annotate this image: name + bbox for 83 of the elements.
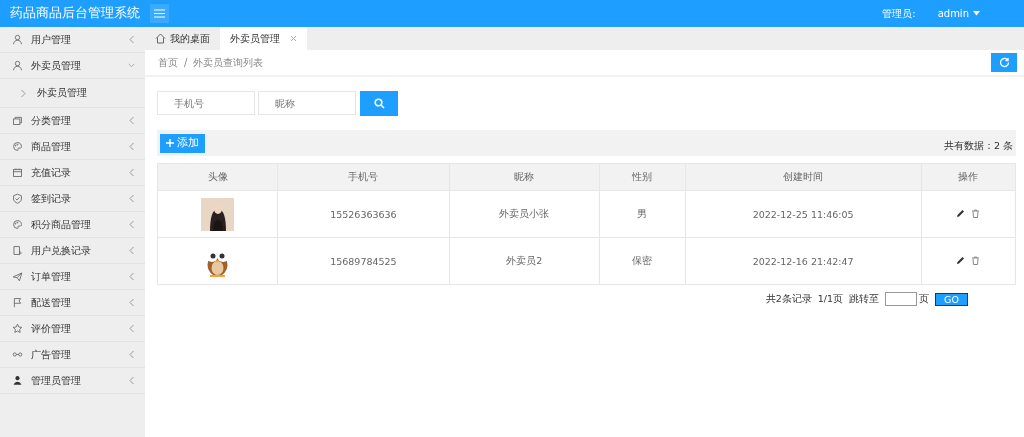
table-cell: 2022-12-16 21:42:47 <box>685 237 922 285</box>
column-header: 手机号 <box>277 163 450 191</box>
app-title: 药品商品后台管理系统 <box>9 5 141 22</box>
palette-icon <box>12 141 23 152</box>
column-header: 操作 <box>921 163 1016 191</box>
page-count: 1/1页 <box>817 292 843 306</box>
star-icon <box>12 323 23 334</box>
table-cell: 外卖员2 <box>449 237 600 285</box>
table-cell: 男 <box>599 190 686 238</box>
chevron-left-icon <box>128 246 135 255</box>
user-solid-icon <box>12 375 23 386</box>
column-header: 头像 <box>157 163 278 191</box>
sidebar-item[interactable]: 用户兑换记录 <box>0 238 145 264</box>
chevron-left-icon <box>128 324 135 333</box>
column-header: 昵称 <box>449 163 600 191</box>
total-count: 共有数据：2 条 <box>943 139 1013 153</box>
sidebar-item[interactable]: 管理员管理 <box>0 368 145 394</box>
search-button[interactable] <box>360 91 398 116</box>
calendar-icon <box>12 167 23 178</box>
breadcrumb-separator: / <box>184 57 188 68</box>
search-field[interactable]: 昵称 <box>258 91 356 115</box>
plus-icon <box>166 139 174 147</box>
refresh-icon <box>998 57 1010 68</box>
chevron-left-icon <box>128 194 135 203</box>
trash-icon[interactable] <box>971 208 981 218</box>
menu-button[interactable] <box>150 4 169 23</box>
page-unit: 页 <box>919 292 929 306</box>
chevron-left-icon <box>128 350 135 359</box>
sidebar-item[interactable]: 订单管理 <box>0 264 145 290</box>
chevron-left-icon <box>128 116 135 125</box>
page-input[interactable] <box>885 292 917 306</box>
sidebar-item[interactable]: 积分商品管理 <box>0 212 145 238</box>
table-cell: 15689784525 <box>277 237 450 285</box>
chevron-left-icon <box>128 376 135 385</box>
table-cell: 保密 <box>599 237 686 285</box>
palette-icon <box>12 219 23 230</box>
sidebar-subitem[interactable]: 外卖员管理 <box>0 79 145 108</box>
chevron-left-icon <box>128 272 135 281</box>
link-icon <box>12 349 23 360</box>
tab[interactable]: 外卖员管理 <box>220 27 307 50</box>
chevron-down-icon <box>128 61 135 70</box>
document-icon <box>12 245 23 256</box>
breadcrumb-item: 外卖员查询列表 <box>193 55 264 70</box>
search-icon <box>373 98 385 109</box>
shield-check-icon <box>12 193 23 204</box>
sidebar-item[interactable]: 商品管理 <box>0 134 145 160</box>
table-cell: 15526363636 <box>277 190 450 238</box>
sidebar-item[interactable]: 分类管理 <box>0 108 145 134</box>
edit-icon[interactable] <box>956 255 966 265</box>
person-icon <box>12 34 23 45</box>
sidebar-item[interactable]: 配送管理 <box>0 290 145 316</box>
close-icon[interactable] <box>290 35 297 42</box>
tab[interactable]: 我的桌面 <box>145 27 220 50</box>
jump-label: 跳转至 <box>849 292 879 306</box>
chevron-left-icon <box>128 35 135 44</box>
menu-icon <box>154 9 165 18</box>
admin-label: 管理员: <box>882 6 916 21</box>
home-icon <box>155 33 166 44</box>
stack-icon <box>12 115 23 126</box>
table-cell: 2022-12-25 11:46:05 <box>685 190 922 238</box>
caret-icon <box>973 11 980 16</box>
sidebar-item[interactable]: 签到记录 <box>0 186 145 212</box>
chevron-left-icon <box>128 168 135 177</box>
breadcrumb-item[interactable]: 首页 <box>158 55 178 70</box>
chevron-left-icon <box>128 220 135 229</box>
sidebar-item[interactable]: 充值记录 <box>0 160 145 186</box>
sidebar-item[interactable]: 广告管理 <box>0 342 145 368</box>
column-header: 创建时间 <box>685 163 922 191</box>
chevron-right-icon <box>20 88 27 98</box>
record-count: 共2条记录 <box>765 292 812 306</box>
column-header: 性别 <box>599 163 686 191</box>
person-icon <box>12 60 23 71</box>
table-cell: 外卖员小张 <box>449 190 600 238</box>
sidebar-item[interactable]: 评价管理 <box>0 316 145 342</box>
flag-icon <box>12 297 23 308</box>
sidebar-item[interactable]: 外卖员管理 <box>0 53 145 79</box>
edit-icon[interactable] <box>956 208 966 218</box>
chevron-left-icon <box>128 142 135 151</box>
chevron-left-icon <box>128 298 135 307</box>
trash-icon[interactable] <box>971 255 981 265</box>
search-field[interactable]: 手机号 <box>157 91 255 115</box>
refresh-button[interactable] <box>991 53 1017 72</box>
paper-plane-icon <box>12 271 23 282</box>
